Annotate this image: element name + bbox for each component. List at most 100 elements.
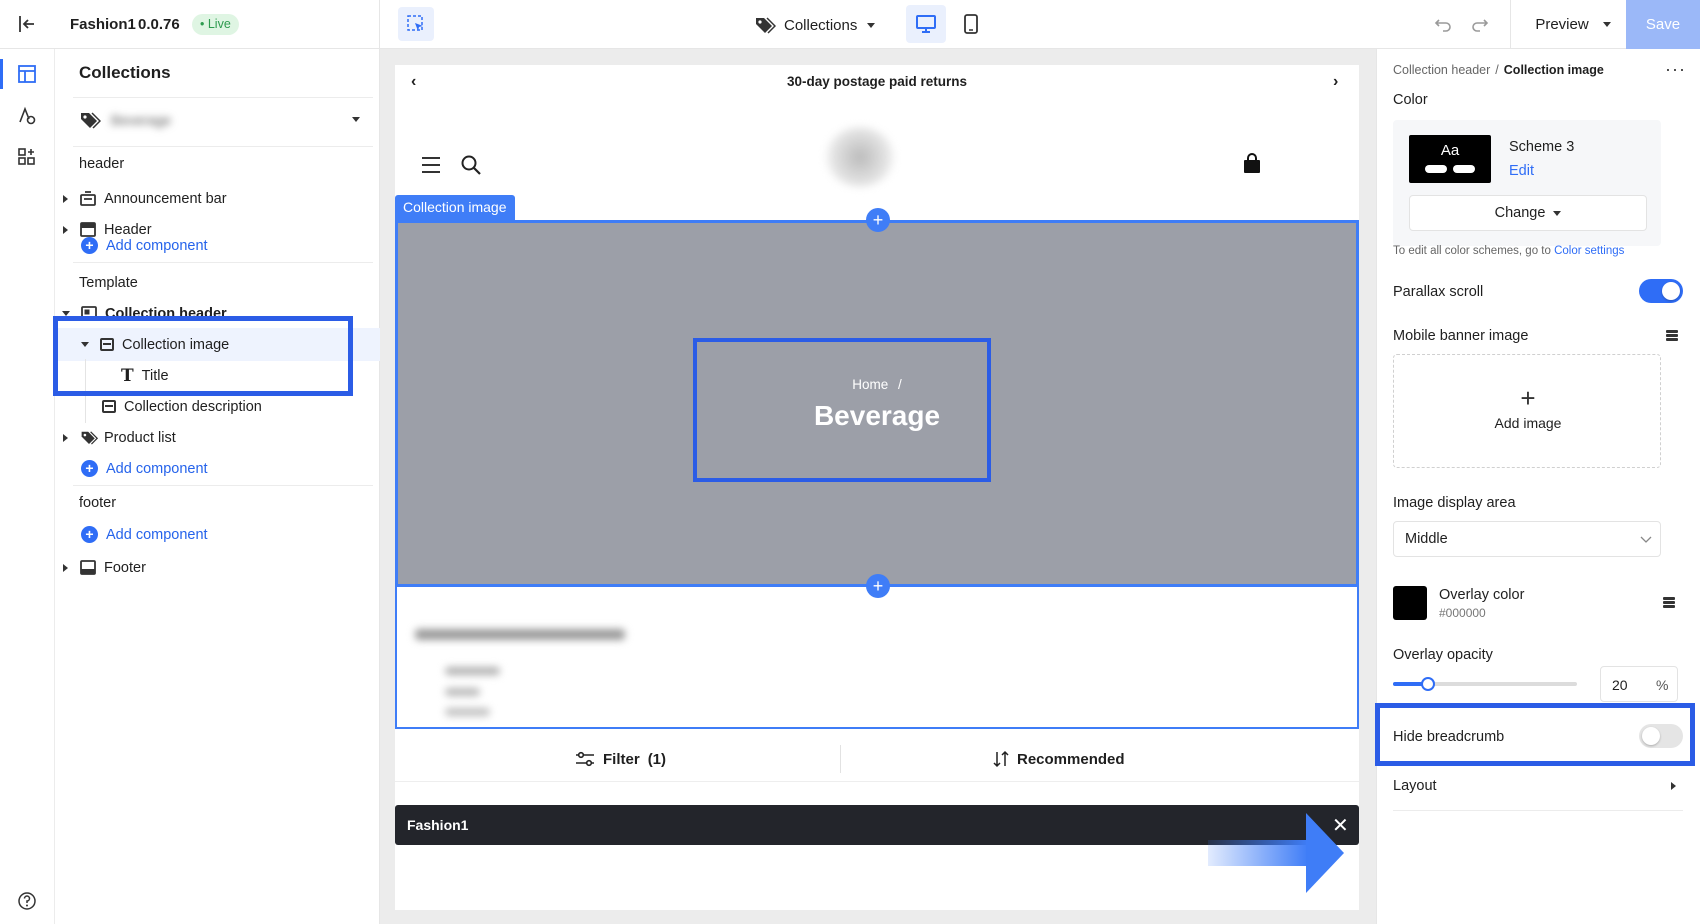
- collection-banner[interactable]: Home / Beverage: [395, 220, 1359, 587]
- overlay-opacity-label: Overlay opacity: [1393, 647, 1493, 663]
- panel-breadcrumb-current: Collection image: [1503, 63, 1604, 77]
- hide-breadcrumb-toggle[interactable]: [1639, 724, 1683, 748]
- filter-button[interactable]: Filter (1): [575, 745, 666, 773]
- footer-section-icon: [80, 560, 96, 575]
- search-icon[interactable]: [460, 154, 482, 176]
- scheme-preview-button: [1453, 165, 1475, 173]
- preview-canvas: ‹ 30-day postage paid returns › Collecti…: [380, 49, 1376, 924]
- filter-label: Filter: [603, 750, 640, 768]
- overlay-color-label: Overlay color: [1439, 587, 1525, 603]
- layout-divider: [1393, 810, 1683, 811]
- menu-icon[interactable]: [422, 157, 440, 173]
- overlay-opacity-input[interactable]: 20 %: [1600, 666, 1678, 702]
- section-header-label: header: [79, 156, 125, 172]
- add-section-above-button[interactable]: +: [866, 208, 890, 232]
- panel-breadcrumb-parent[interactable]: Collection header: [1393, 63, 1490, 77]
- undo-icon[interactable]: [1432, 13, 1454, 35]
- sidebar-divider: [73, 146, 373, 147]
- tree-item-product-list[interactable]: Product list: [55, 421, 380, 454]
- parallax-scroll-label: Parallax scroll: [1393, 284, 1484, 300]
- layout-icon[interactable]: [13, 61, 41, 87]
- tree-item-label: Footer: [104, 559, 146, 576]
- chevron-down-icon: [352, 117, 360, 122]
- cart-bag-icon[interactable]: [1242, 153, 1262, 175]
- dynamic-source-icon[interactable]: [1666, 330, 1678, 341]
- display-area-label: Image display area: [1393, 495, 1516, 511]
- section-footer-label: footer: [79, 495, 117, 511]
- left-rail: [0, 49, 55, 924]
- live-badge: • Live: [192, 14, 239, 35]
- announcement-next-icon[interactable]: ›: [1333, 73, 1338, 91]
- add-component-footer[interactable]: + Add component: [81, 526, 208, 543]
- desktop-view-button[interactable]: [906, 5, 946, 43]
- color-settings-link[interactable]: Color settings: [1554, 245, 1624, 257]
- plus-icon: +: [1520, 383, 1536, 413]
- add-component-header[interactable]: + Add component: [81, 237, 208, 254]
- caret-right-icon[interactable]: [63, 563, 68, 572]
- collection-description-block[interactable]: [395, 587, 1359, 729]
- filter-count: (1): [647, 750, 667, 768]
- apps-icon[interactable]: [13, 144, 41, 170]
- save-button[interactable]: Save: [1626, 0, 1700, 49]
- change-scheme-button[interactable]: Change: [1409, 195, 1647, 231]
- topbar-divider-2: [1510, 0, 1511, 49]
- sidebar-divider: [73, 262, 373, 263]
- collection-selector[interactable]: Beverage: [79, 103, 364, 137]
- dynamic-source-icon[interactable]: [1663, 597, 1675, 608]
- panel-breadcrumb-separator: /: [1495, 63, 1499, 77]
- slider-handle[interactable]: [1421, 677, 1435, 691]
- rail-active-indicator: [0, 59, 3, 89]
- exit-editor-icon[interactable]: [14, 12, 38, 36]
- description-placeholder-line: [445, 688, 480, 696]
- scheme-preview-button: [1425, 165, 1447, 173]
- add-component-label: Add component: [106, 460, 208, 477]
- selected-section-tag: Collection image: [395, 195, 515, 220]
- sidebar-divider: [73, 97, 373, 98]
- select-tool-icon[interactable]: [398, 7, 434, 41]
- app-version: 0.0.76: [138, 16, 180, 33]
- overlay-opacity-slider[interactable]: [1393, 674, 1579, 694]
- chevron-down-icon: [1640, 536, 1652, 543]
- theme-style-icon[interactable]: [13, 103, 41, 129]
- breadcrumb: Home /: [398, 377, 1356, 392]
- help-icon[interactable]: [14, 888, 40, 914]
- breadcrumb-home-link[interactable]: Home: [852, 377, 888, 392]
- sliders-icon: [576, 751, 594, 767]
- description-placeholder-line: [445, 667, 500, 675]
- topbar-divider: [379, 0, 380, 49]
- preview-button[interactable]: Preview: [1520, 0, 1626, 49]
- description-placeholder-line: [445, 708, 490, 716]
- add-image-dropzone[interactable]: + Add image: [1393, 354, 1661, 468]
- layout-label: Layout: [1393, 778, 1437, 794]
- scheme-edit-link[interactable]: Edit: [1509, 163, 1534, 179]
- overlay-color-swatch[interactable]: [1393, 586, 1427, 620]
- sort-arrows-icon: [993, 750, 1009, 768]
- display-area-select[interactable]: Middle: [1393, 521, 1661, 557]
- more-options-icon[interactable]: ···: [1665, 59, 1686, 80]
- toggle-knob: [1642, 727, 1660, 745]
- scheme-preview-text: Aa: [1440, 142, 1460, 159]
- tree-item-label: Product list: [104, 429, 176, 446]
- storefront-preview: ‹ 30-day postage paid returns › Collecti…: [395, 65, 1359, 910]
- section-template-label: Template: [79, 275, 138, 291]
- page-selector[interactable]: Collections: [754, 13, 876, 37]
- header-section-icon: [80, 222, 96, 237]
- add-component-template[interactable]: + Add component: [81, 460, 208, 477]
- tree-item-footer[interactable]: Footer: [55, 551, 380, 584]
- sidebar-divider: [73, 485, 373, 486]
- highlight-frame-tree: [53, 316, 353, 396]
- tree-item-announcement-bar[interactable]: Announcement bar: [55, 182, 380, 215]
- chevron-right-icon[interactable]: [1671, 782, 1676, 790]
- top-bar: Fashion1 0.0.76 • Live Collections Previ…: [0, 0, 1700, 49]
- overlay-opacity-value: 20: [1612, 677, 1628, 693]
- sort-button[interactable]: Recommended: [993, 745, 1125, 773]
- caret-right-icon[interactable]: [63, 433, 68, 442]
- toggle-knob: [1662, 282, 1680, 300]
- mobile-view-button[interactable]: [956, 5, 986, 43]
- mobile-banner-label: Mobile banner image: [1393, 328, 1529, 344]
- redo-icon[interactable]: [1469, 13, 1491, 35]
- tags-icon: [81, 431, 98, 445]
- caret-right-icon[interactable]: [63, 194, 68, 203]
- caret-right-icon[interactable]: [63, 225, 68, 234]
- parallax-scroll-toggle[interactable]: [1639, 279, 1683, 303]
